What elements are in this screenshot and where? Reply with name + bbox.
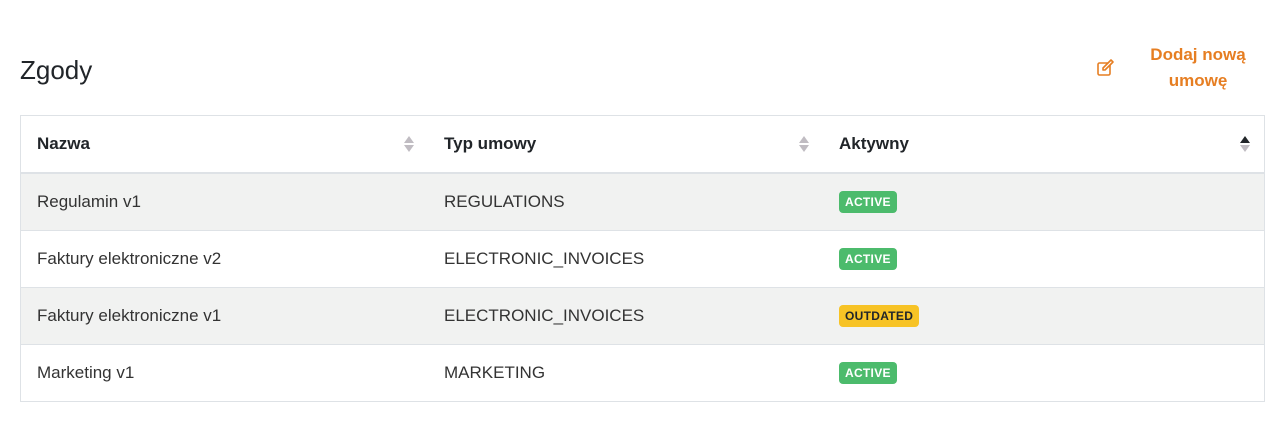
- table-header-row: Nazwa Typ umowy Aktywny: [21, 116, 1264, 174]
- cell-status: ACTIVE: [823, 230, 1264, 288]
- cell-type: ELECTRONIC_INVOICES: [428, 230, 823, 288]
- page-title: Zgody: [20, 55, 93, 85]
- cell-status: ACTIVE: [823, 344, 1264, 401]
- agreements-table: Nazwa Typ umowy Aktywny Regulamin v1 REG…: [20, 115, 1265, 402]
- table-row[interactable]: Faktury elektroniczne v1 ELECTRONIC_INVO…: [21, 287, 1264, 345]
- status-badge: ACTIVE: [839, 248, 897, 270]
- cell-name: Regulamin v1: [21, 173, 428, 231]
- cell-type: MARKETING: [428, 344, 823, 401]
- status-badge: OUTDATED: [839, 305, 920, 327]
- table-row[interactable]: Regulamin v1 REGULATIONS ACTIVE: [21, 173, 1264, 231]
- column-header-active[interactable]: Aktywny: [823, 116, 1264, 174]
- sort-ascending-icon: [1240, 136, 1250, 152]
- edit-icon: [1094, 57, 1116, 79]
- status-badge: ACTIVE: [839, 191, 897, 213]
- cell-status: OUTDATED: [823, 287, 1264, 345]
- column-header-name[interactable]: Nazwa: [21, 116, 428, 174]
- cell-name: Faktury elektroniczne v2: [21, 230, 428, 288]
- cell-name: Marketing v1: [21, 344, 428, 401]
- sort-icon: [799, 136, 809, 152]
- column-header-label: Aktywny: [839, 134, 909, 153]
- column-header-label: Nazwa: [37, 134, 90, 153]
- table-row[interactable]: Faktury elektroniczne v2 ELECTRONIC_INVO…: [21, 230, 1264, 288]
- cell-type: ELECTRONIC_INVOICES: [428, 287, 823, 345]
- column-header-type[interactable]: Typ umowy: [428, 116, 823, 174]
- cell-type: REGULATIONS: [428, 173, 823, 231]
- column-header-label: Typ umowy: [444, 134, 537, 153]
- cell-status: ACTIVE: [823, 173, 1264, 231]
- table-row[interactable]: Marketing v1 MARKETING ACTIVE: [21, 344, 1264, 401]
- status-badge: ACTIVE: [839, 362, 897, 384]
- cell-name: Faktury elektroniczne v1: [21, 287, 428, 345]
- add-agreement-button-label: Dodaj nową umowę: [1150, 45, 1246, 90]
- add-agreement-button[interactable]: Dodaj nową umowę: [1092, 40, 1264, 96]
- sort-icon: [404, 136, 414, 152]
